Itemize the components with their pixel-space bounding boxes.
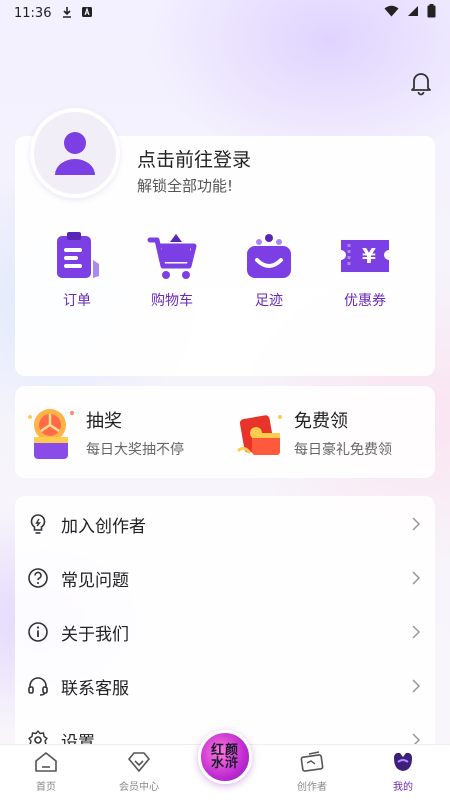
quick-action-label: 订单	[63, 293, 91, 309]
menu-item-label: 常见问题	[61, 570, 129, 591]
menu-item-label: 联系客服	[61, 678, 129, 699]
status-time: 11:36	[14, 5, 52, 21]
download-icon	[61, 6, 73, 21]
wifi-icon	[384, 5, 399, 21]
promo-free-gift[interactable]: 免费领 每日豪礼免费领	[230, 398, 392, 468]
question-icon	[28, 568, 48, 588]
chevron-right-icon	[412, 517, 421, 531]
signal-icon	[407, 5, 419, 21]
login-title[interactable]: 点击前往登录	[137, 145, 251, 172]
promo-subtitle: 每日豪礼免费领	[294, 442, 392, 458]
battery-icon	[427, 4, 436, 22]
quick-action-label: 足迹	[255, 293, 283, 309]
lottery-icon	[22, 403, 82, 463]
avatar[interactable]	[30, 108, 120, 198]
quick-action-cart[interactable]: 购物车	[132, 228, 212, 310]
quick-action-label: 优惠券	[344, 293, 386, 309]
menu-item-faq[interactable]: 常见问题	[15, 551, 435, 605]
notification-bell-button[interactable]	[408, 70, 434, 96]
cart-icon	[144, 228, 200, 284]
quick-action-coupon[interactable]: ¥ 优惠券	[325, 228, 405, 310]
center-logo-text: 红颜水浒	[210, 743, 239, 771]
quick-action-label: 购物车	[151, 293, 193, 309]
quick-action-footprint[interactable]: 足迹	[229, 228, 309, 310]
tab-label: 首页	[36, 782, 56, 793]
tab-label: 创作者	[297, 782, 327, 793]
promo-title: 免费领	[294, 411, 348, 432]
tab-label: 我的	[393, 782, 413, 793]
profile-icon	[394, 752, 412, 771]
notification-a-icon	[81, 6, 93, 21]
menu-item-customer-service[interactable]: 联系客服	[15, 659, 435, 713]
menu-item-join-creator[interactable]: 加入创作者	[15, 497, 435, 551]
status-bar: 11:36	[0, 0, 450, 26]
tab-home[interactable]: 首页	[11, 750, 81, 793]
promo-lottery[interactable]: 抽奖 每日大奖抽不停	[22, 398, 184, 468]
diamond-icon	[128, 752, 150, 772]
quick-action-order[interactable]: 订单	[37, 228, 117, 310]
order-icon	[49, 228, 105, 284]
tab-profile[interactable]: 我的	[368, 750, 438, 793]
user-silhouette-icon	[55, 132, 95, 175]
login-subtitle: 解锁全部功能!	[137, 177, 234, 195]
gift-icon	[230, 403, 290, 463]
bulb-icon	[30, 514, 46, 534]
chevron-right-icon	[412, 679, 421, 693]
creator-icon	[300, 751, 324, 772]
menu-item-about-us[interactable]: 关于我们	[15, 605, 435, 659]
bell-icon	[411, 73, 431, 96]
chevron-right-icon	[412, 571, 421, 585]
tab-label: 会员中心	[119, 782, 159, 793]
center-logo-button[interactable]: 红颜水浒	[198, 730, 252, 784]
tab-member-center[interactable]: 会员中心	[104, 750, 174, 793]
coupon-icon: ¥	[337, 228, 393, 284]
menu-item-label: 加入创作者	[61, 516, 146, 537]
svg-text:¥: ¥	[362, 244, 376, 268]
tab-creator[interactable]: 创作者	[277, 750, 347, 793]
headset-icon	[28, 677, 48, 696]
promo-title: 抽奖	[86, 411, 122, 432]
menu-item-label: 关于我们	[61, 624, 129, 645]
chevron-right-icon	[412, 625, 421, 639]
footprint-icon	[241, 228, 297, 284]
promo-subtitle: 每日大奖抽不停	[86, 442, 184, 458]
home-icon	[35, 752, 57, 772]
info-icon	[28, 622, 48, 642]
